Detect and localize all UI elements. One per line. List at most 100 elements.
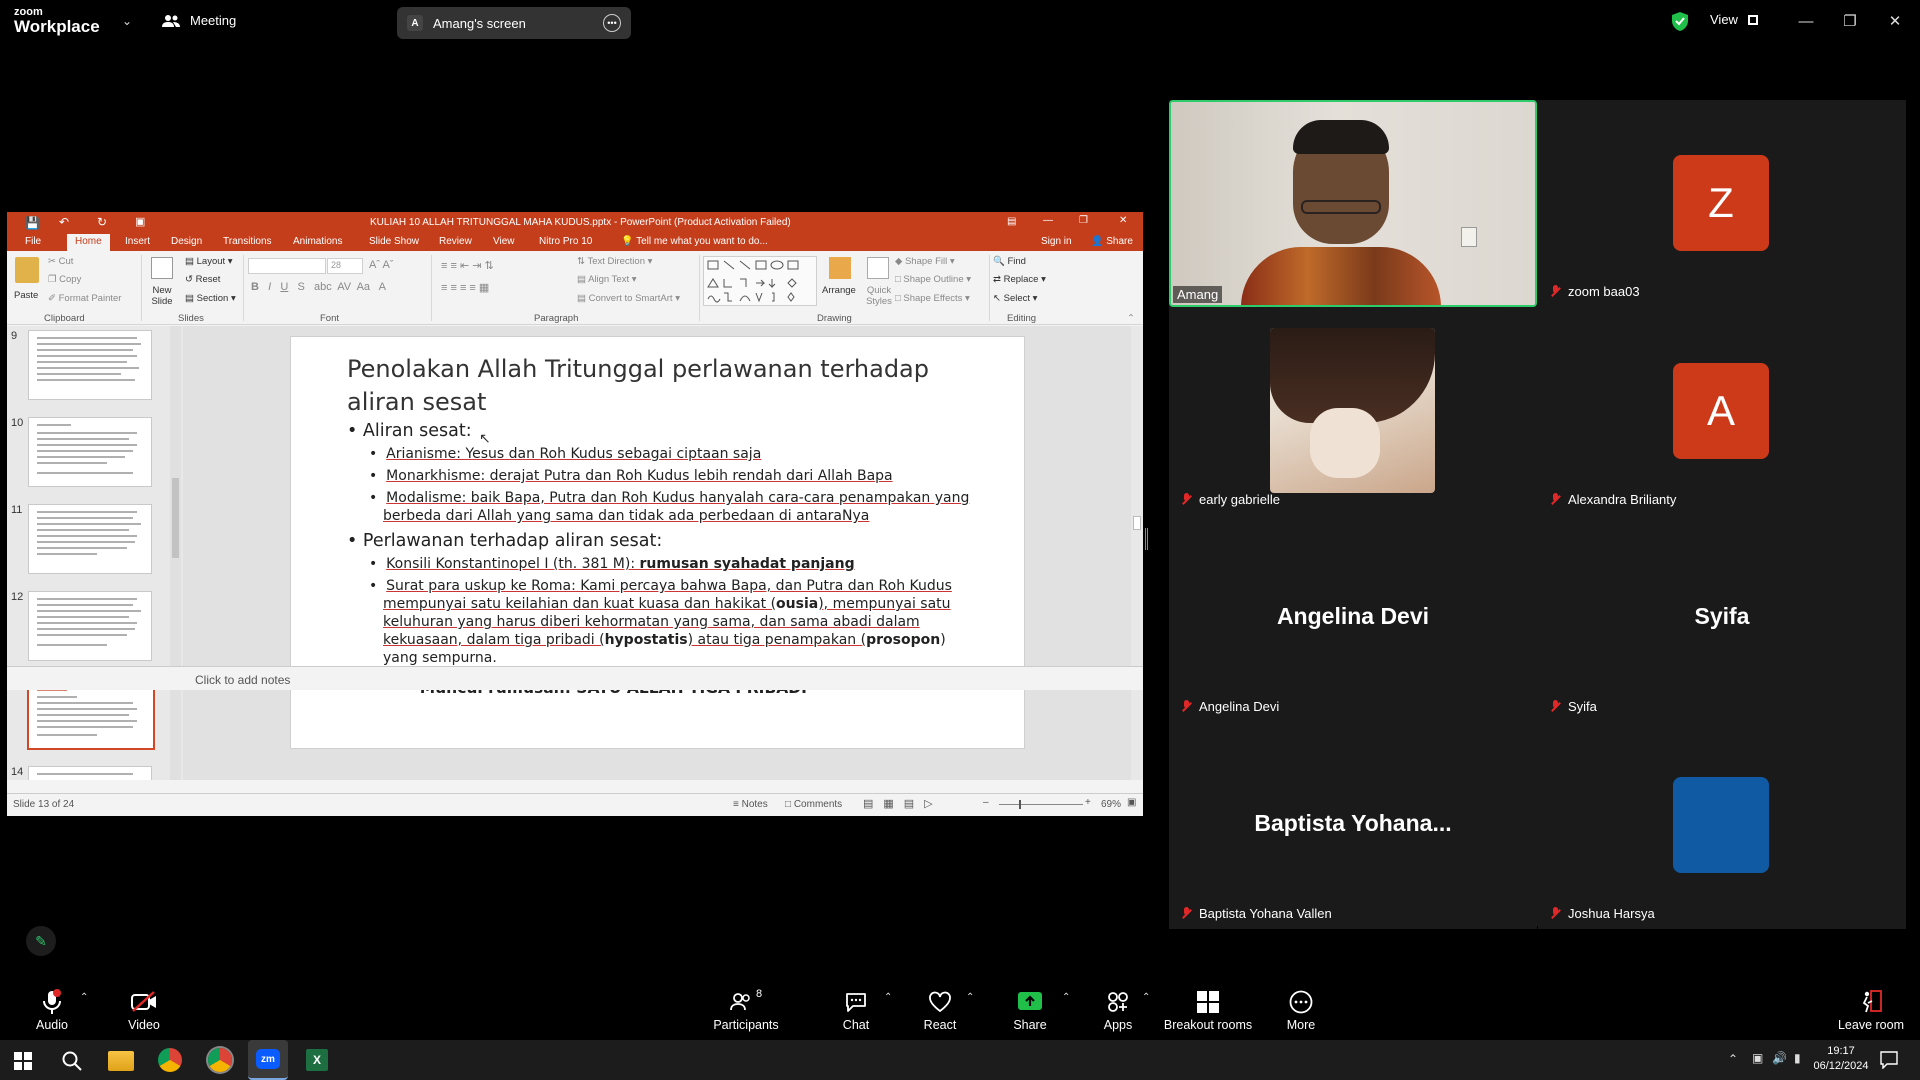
slide-thumbnail-11[interactable] [28,504,152,574]
chat-options-caret[interactable]: ⌃ [884,992,892,1003]
zoom-in-icon[interactable]: + [1085,797,1091,808]
annotate-pencil-icon[interactable]: ✎ [26,926,56,956]
align-text-button[interactable]: Align Text [588,274,629,285]
list-buttons[interactable]: ≡ ≡ ⇤ ⇥ ⇅ [441,259,494,272]
tray-chevron-icon[interactable]: ⌃ [1728,1052,1738,1066]
leave-room-button[interactable]: Leave room [1830,988,1912,1032]
shape-fill-button[interactable]: Shape Fill [905,256,947,267]
comments-toggle[interactable]: □ Comments [785,799,842,810]
quick-styles-icon[interactable] [867,257,889,279]
menu-transitions[interactable]: Transitions [219,236,276,247]
react-options-caret[interactable]: ⌃ [966,992,974,1003]
menu-file[interactable]: File [21,236,45,247]
close-icon[interactable]: ✕ [1883,9,1907,33]
taskbar-clock[interactable]: 19:17 06/12/2024 [1810,1044,1872,1074]
slide-scrollbar[interactable] [1131,326,1143,780]
chrome-icon[interactable] [158,1048,182,1072]
screen-share-pill[interactable]: A Amang's screen ••• [397,7,631,39]
thumbnail-scroll-thumb[interactable] [172,478,179,558]
menu-home[interactable]: Home [67,234,110,251]
search-icon[interactable] [62,1051,82,1071]
new-slide-icon[interactable] [151,257,173,279]
battery-icon[interactable]: ▮ [1794,1051,1801,1065]
participant-tile-angelina[interactable]: Angelina Devi Angelina Devi [1169,515,1537,722]
share-options-caret[interactable]: ⌃ [1062,992,1070,1003]
menu-view[interactable]: View [489,236,519,247]
quick-styles-button[interactable]: Quick Styles [861,285,897,307]
apps-options-caret[interactable]: ⌃ [1142,992,1150,1003]
collapse-ribbon-icon[interactable]: ⌃ [1127,313,1135,324]
select-button[interactable]: Select [1004,293,1030,304]
meeting-menu[interactable]: Meeting [162,13,236,28]
participant-tile-baptista[interactable]: Baptista Yohana... Baptista Yohana Valle… [1169,722,1537,929]
notes-toggle[interactable]: ≡ Notes [733,799,768,810]
save-icon[interactable]: 💾 [25,216,40,230]
ppt-minimize-icon[interactable]: — [1043,215,1053,226]
zoom-slider-thumb[interactable] [1019,800,1021,809]
slide-title[interactable]: Penolakan Allah Tritunggal perlawanan te… [347,353,967,419]
file-explorer-icon[interactable] [108,1051,134,1071]
format-painter-button[interactable]: Format Painter [59,293,122,304]
undo-icon[interactable]: ↶ [59,215,69,229]
chevron-down-icon[interactable]: ⌄ [122,14,132,28]
video-button[interactable]: Video [104,988,184,1032]
participant-tile-joshua[interactable]: Joshua Harsya [1538,722,1906,929]
zoom-taskbar-item[interactable]: zm [248,1040,288,1080]
slide-thumbnail-14[interactable] [28,766,152,780]
view-mode-icons[interactable]: ▤▦▤▷ [863,797,943,810]
minimize-icon[interactable]: — [1794,9,1818,33]
slide-thumbnail-9[interactable] [28,330,152,400]
layout-button[interactable]: Layout [197,256,226,267]
redo-icon[interactable]: ↻ [97,215,107,229]
slide-thumbnail-10[interactable] [28,417,152,487]
new-slide-button[interactable]: New Slide [145,285,179,307]
restore-icon[interactable]: ❐ [1838,9,1862,33]
cut-button[interactable]: Cut [59,256,74,267]
notification-icon[interactable] [1880,1051,1898,1069]
tell-me-box[interactable]: 💡 Tell me what you want to do... [617,236,772,247]
shape-effects-button[interactable]: Shape Effects [903,293,962,304]
paste-icon[interactable] [15,257,39,283]
fit-slide-icon[interactable]: ▣ [1127,797,1136,808]
copy-button[interactable]: Copy [59,274,81,285]
sign-in-link[interactable]: Sign in [1037,236,1076,247]
windows-start-icon[interactable] [14,1052,32,1070]
participant-tile-early-gabrielle[interactable]: early gabrielle [1169,308,1537,515]
excel-icon[interactable]: X [306,1049,328,1071]
font-style-buttons[interactable]: B I U S abc AV Aa A [251,281,386,293]
notes-placeholder[interactable]: Click to add notes [195,673,290,687]
participant-tile-syifa[interactable]: Syifa Syifa [1538,515,1906,722]
grow-font-icon[interactable]: Aˆ Aˇ [369,259,393,271]
menu-animations[interactable]: Animations [289,236,346,247]
menu-slideshow[interactable]: Slide Show [365,236,423,247]
menu-review[interactable]: Review [435,236,476,247]
thumbnail-scrollbar[interactable] [170,326,181,780]
convert-smartart-button[interactable]: Convert to SmartArt [589,293,673,304]
breakout-rooms-button[interactable]: Breakout rooms [1158,988,1258,1032]
slide-thumbnail-12[interactable] [28,591,152,661]
align-buttons[interactable]: ≡ ≡ ≡ ≡ ▦ [441,281,489,294]
slide-scroll-thumb[interactable] [1133,516,1141,530]
network-icon[interactable]: ▣ [1752,1051,1763,1065]
font-name-box[interactable] [248,258,326,274]
ribbon-options-icon[interactable]: ▤ [1007,216,1016,227]
font-size-box[interactable]: 28 [327,258,363,274]
replace-button[interactable]: Replace [1004,274,1039,285]
volume-icon[interactable]: 🔊 [1772,1051,1787,1065]
shield-check-icon[interactable] [1672,12,1688,31]
participant-tile-alexandra[interactable]: A Alexandra Brilianty [1538,308,1906,515]
menu-design[interactable]: Design [167,236,206,247]
find-button[interactable]: Find [1007,256,1025,267]
notes-pane[interactable]: Click to add notes [7,666,1143,690]
zoom-out-icon[interactable]: – [983,797,989,808]
ppt-share-button[interactable]: 👤 Share [1087,236,1137,247]
shape-outline-button[interactable]: Shape Outline [903,274,963,285]
reset-button[interactable]: Reset [196,274,221,285]
present-icon[interactable]: ▣ [135,215,145,228]
participant-tile-zoom-baa03[interactable]: Z zoom baa03 [1538,100,1906,307]
participants-button[interactable]: 8 Participants [706,988,786,1032]
menu-nitro[interactable]: Nitro Pro 10 [535,236,596,247]
zoom-percent[interactable]: 69% [1101,799,1121,810]
ppt-close-icon[interactable]: ✕ [1119,215,1127,226]
audio-options-caret[interactable]: ⌃ [80,992,88,1003]
